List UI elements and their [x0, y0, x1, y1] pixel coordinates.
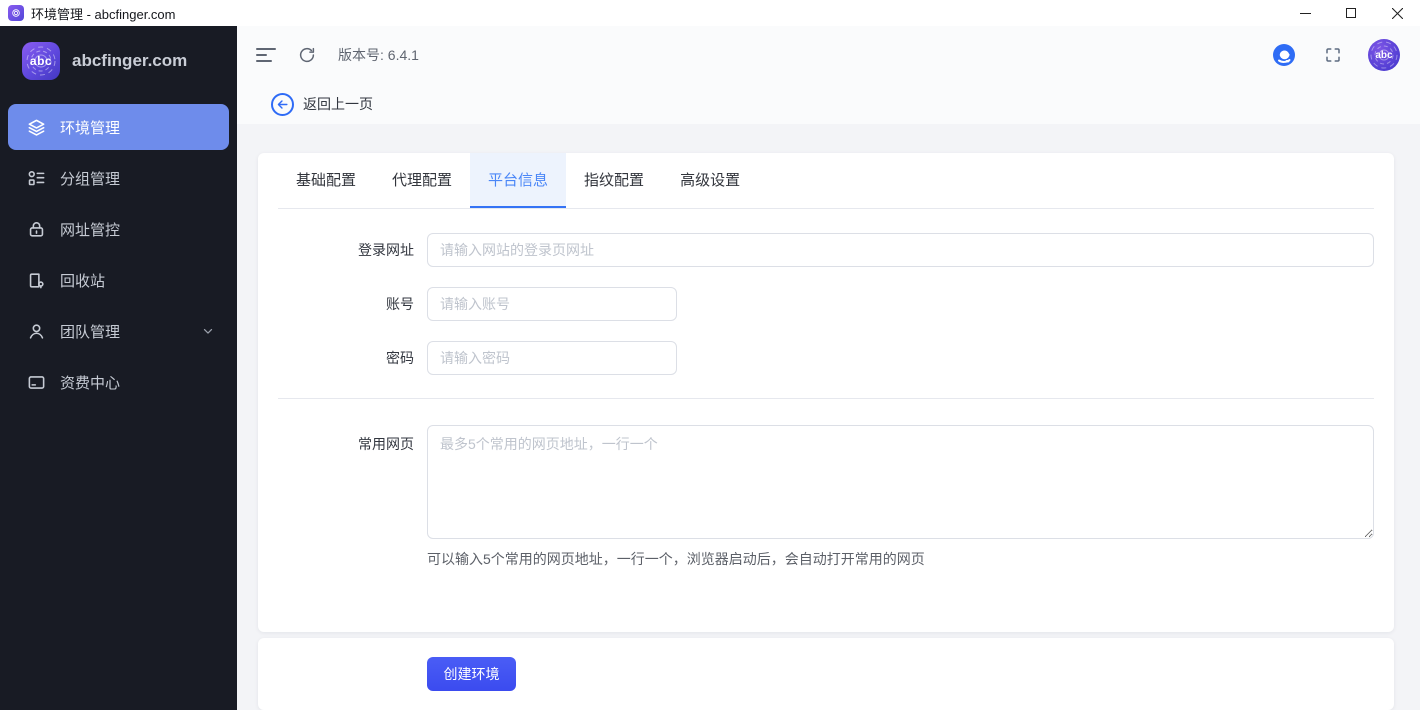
support-icon[interactable]: [1270, 41, 1298, 69]
tab-advanced-settings[interactable]: 高级设置: [662, 153, 758, 208]
brand-name: abcfinger.com: [72, 51, 188, 70]
back-label: 返回上一页: [303, 96, 373, 113]
sidebar-item-url-control[interactable]: 网址管控: [8, 206, 229, 252]
collapse-sidebar-icon[interactable]: [256, 47, 276, 63]
user-avatar[interactable]: abc: [1368, 39, 1400, 72]
tab-platform-info[interactable]: 平台信息: [470, 153, 567, 208]
version-label: 版本号: 6.4.1: [338, 47, 419, 64]
app-icon: [8, 5, 24, 21]
form-row-account: 账号: [278, 287, 1374, 321]
tab-proxy-config[interactable]: 代理配置: [374, 153, 470, 208]
sidebar-item-recycle-bin[interactable]: 回收站: [8, 257, 229, 303]
titlebar: 环境管理 - abcfinger.com: [0, 0, 1420, 26]
top-toolbar: 版本号: 6.4.1 abc: [237, 26, 1420, 85]
tab-bar: 基础配置 代理配置 平台信息 指纹配置 高级设置: [278, 153, 1374, 209]
sidebar-item-billing[interactable]: 资费中心: [8, 359, 229, 405]
account-label: 账号: [386, 296, 414, 312]
fullscreen-icon[interactable]: [1324, 46, 1342, 64]
sidebar-menu: 环境管理 分组管理 网址管控 回收站 团队管理 资费中心: [0, 104, 237, 405]
tab-basic-config[interactable]: 基础配置: [278, 153, 374, 208]
password-label: 密码: [386, 350, 414, 366]
recycle-bin-icon: [26, 270, 46, 290]
section-divider: [278, 398, 1374, 399]
layers-icon: [26, 117, 46, 137]
back-navigation[interactable]: 返回上一页: [237, 85, 1420, 124]
form-row-password: 密码: [278, 341, 1374, 375]
maximize-button[interactable]: [1328, 0, 1374, 26]
sidebar-item-environment[interactable]: 环境管理: [8, 104, 229, 150]
tab-fingerprint-config[interactable]: 指纹配置: [566, 153, 662, 208]
brand-logo-icon: abc: [22, 42, 60, 80]
sidebar-item-label: 环境管理: [60, 119, 121, 137]
window-title: 环境管理 - abcfinger.com: [31, 6, 176, 22]
back-arrow-icon[interactable]: [271, 92, 294, 116]
form-row-common-pages: 常用网页: [278, 425, 1374, 539]
form-row-login-url: 登录网址: [278, 233, 1374, 267]
sidebar-item-label: 分组管理: [60, 170, 121, 188]
common-pages-hint: 可以输入5个常用的网页地址，一行一个，浏览器启动后，会自动打开常用的网页: [427, 551, 925, 567]
create-environment-button[interactable]: 创建环境: [427, 657, 516, 691]
sidebar-item-label: 网址管控: [60, 221, 121, 239]
minimize-button[interactable]: [1282, 0, 1328, 26]
common-pages-textarea[interactable]: [427, 425, 1374, 539]
sidebar: abc abcfinger.com 环境管理 分组管理 网址管控 回收站 团队管…: [0, 26, 237, 710]
login-url-input[interactable]: [427, 233, 1374, 267]
refresh-icon[interactable]: [298, 46, 316, 64]
sidebar-item-label: 资费中心: [60, 374, 121, 392]
action-footer: 创建环境: [258, 638, 1394, 710]
toolbar-right: abc: [1270, 39, 1400, 72]
main-area: 版本号: 6.4.1 abc 返回上一页 基础配置 代理配置 平台信息 指纹配置…: [237, 26, 1420, 710]
sidebar-item-groups[interactable]: 分组管理: [8, 155, 229, 201]
sidebar-item-label: 回收站: [60, 272, 106, 290]
brand-logo-text: abc: [29, 54, 53, 68]
content-area: 基础配置 代理配置 平台信息 指纹配置 高级设置 登录网址 账号 密码: [237, 124, 1420, 710]
team-icon: [26, 321, 46, 341]
sidebar-item-label: 团队管理: [60, 323, 121, 341]
sidebar-item-team[interactable]: 团队管理: [8, 308, 229, 354]
group-icon: [26, 168, 46, 188]
password-input[interactable]: [427, 341, 677, 375]
lock-icon: [26, 219, 46, 239]
avatar-text: abc: [1375, 49, 1393, 61]
common-pages-label: 常用网页: [358, 436, 414, 452]
billing-card-icon: [26, 372, 46, 392]
chevron-down-icon: [201, 324, 215, 338]
account-input[interactable]: [427, 287, 677, 321]
brand: abc abcfinger.com: [0, 26, 237, 94]
login-url-label: 登录网址: [358, 242, 414, 258]
close-button[interactable]: [1374, 0, 1420, 26]
settings-card: 基础配置 代理配置 平台信息 指纹配置 高级设置 登录网址 账号 密码: [258, 153, 1394, 632]
